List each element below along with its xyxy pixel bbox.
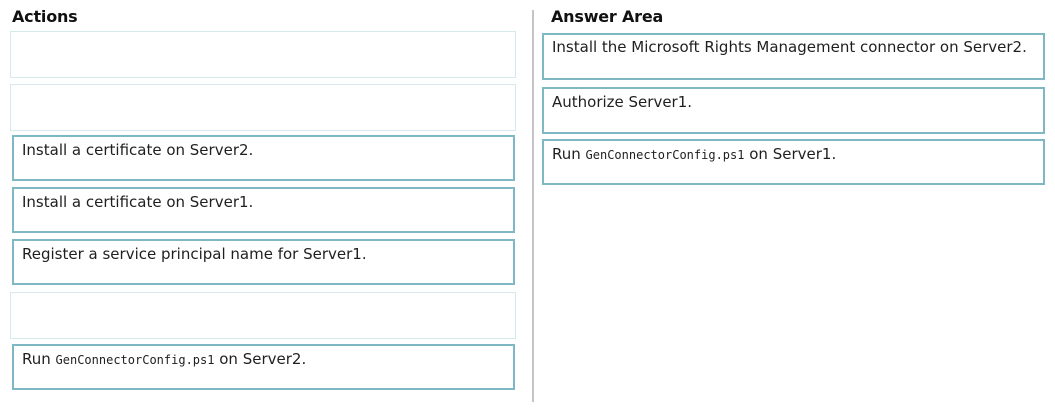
answer-area-heading: Answer Area [551,7,664,26]
action-item-install-certificate-server2[interactable]: Install a certificate on Server2. [12,135,515,181]
script-name-code: GenConnectorConfig.ps1 [585,148,745,162]
action-item-install-certificate-server1[interactable]: Install a certificate on Server1. [12,187,515,233]
answer-item-text-prefix: Run [552,145,586,163]
action-item-register-spn-server1[interactable]: Register a service principal name for Se… [12,239,515,285]
script-name-code: GenConnectorConfig.ps1 [55,353,215,367]
action-item-text-suffix: on Server2. [214,350,307,368]
actions-heading: Actions [12,7,78,26]
action-item-text-prefix: Run [22,350,56,368]
action-slot-empty[interactable] [10,292,516,339]
action-item-run-genconnectorconfig-server2[interactable]: Run GenConnectorConfig.ps1 on Server2. [12,344,515,390]
action-slot-empty[interactable] [10,84,516,131]
answer-item-run-genconnectorconfig-server1[interactable]: Run GenConnectorConfig.ps1 on Server1. [542,139,1045,185]
answer-item-authorize-server1[interactable]: Authorize Server1. [542,87,1045,134]
action-slot-empty[interactable] [10,31,516,78]
answer-item-text-suffix: on Server1. [744,145,837,163]
answer-item-install-rms-connector-server2[interactable]: Install the Microsoft Rights Management … [542,33,1045,80]
column-divider [532,10,534,402]
